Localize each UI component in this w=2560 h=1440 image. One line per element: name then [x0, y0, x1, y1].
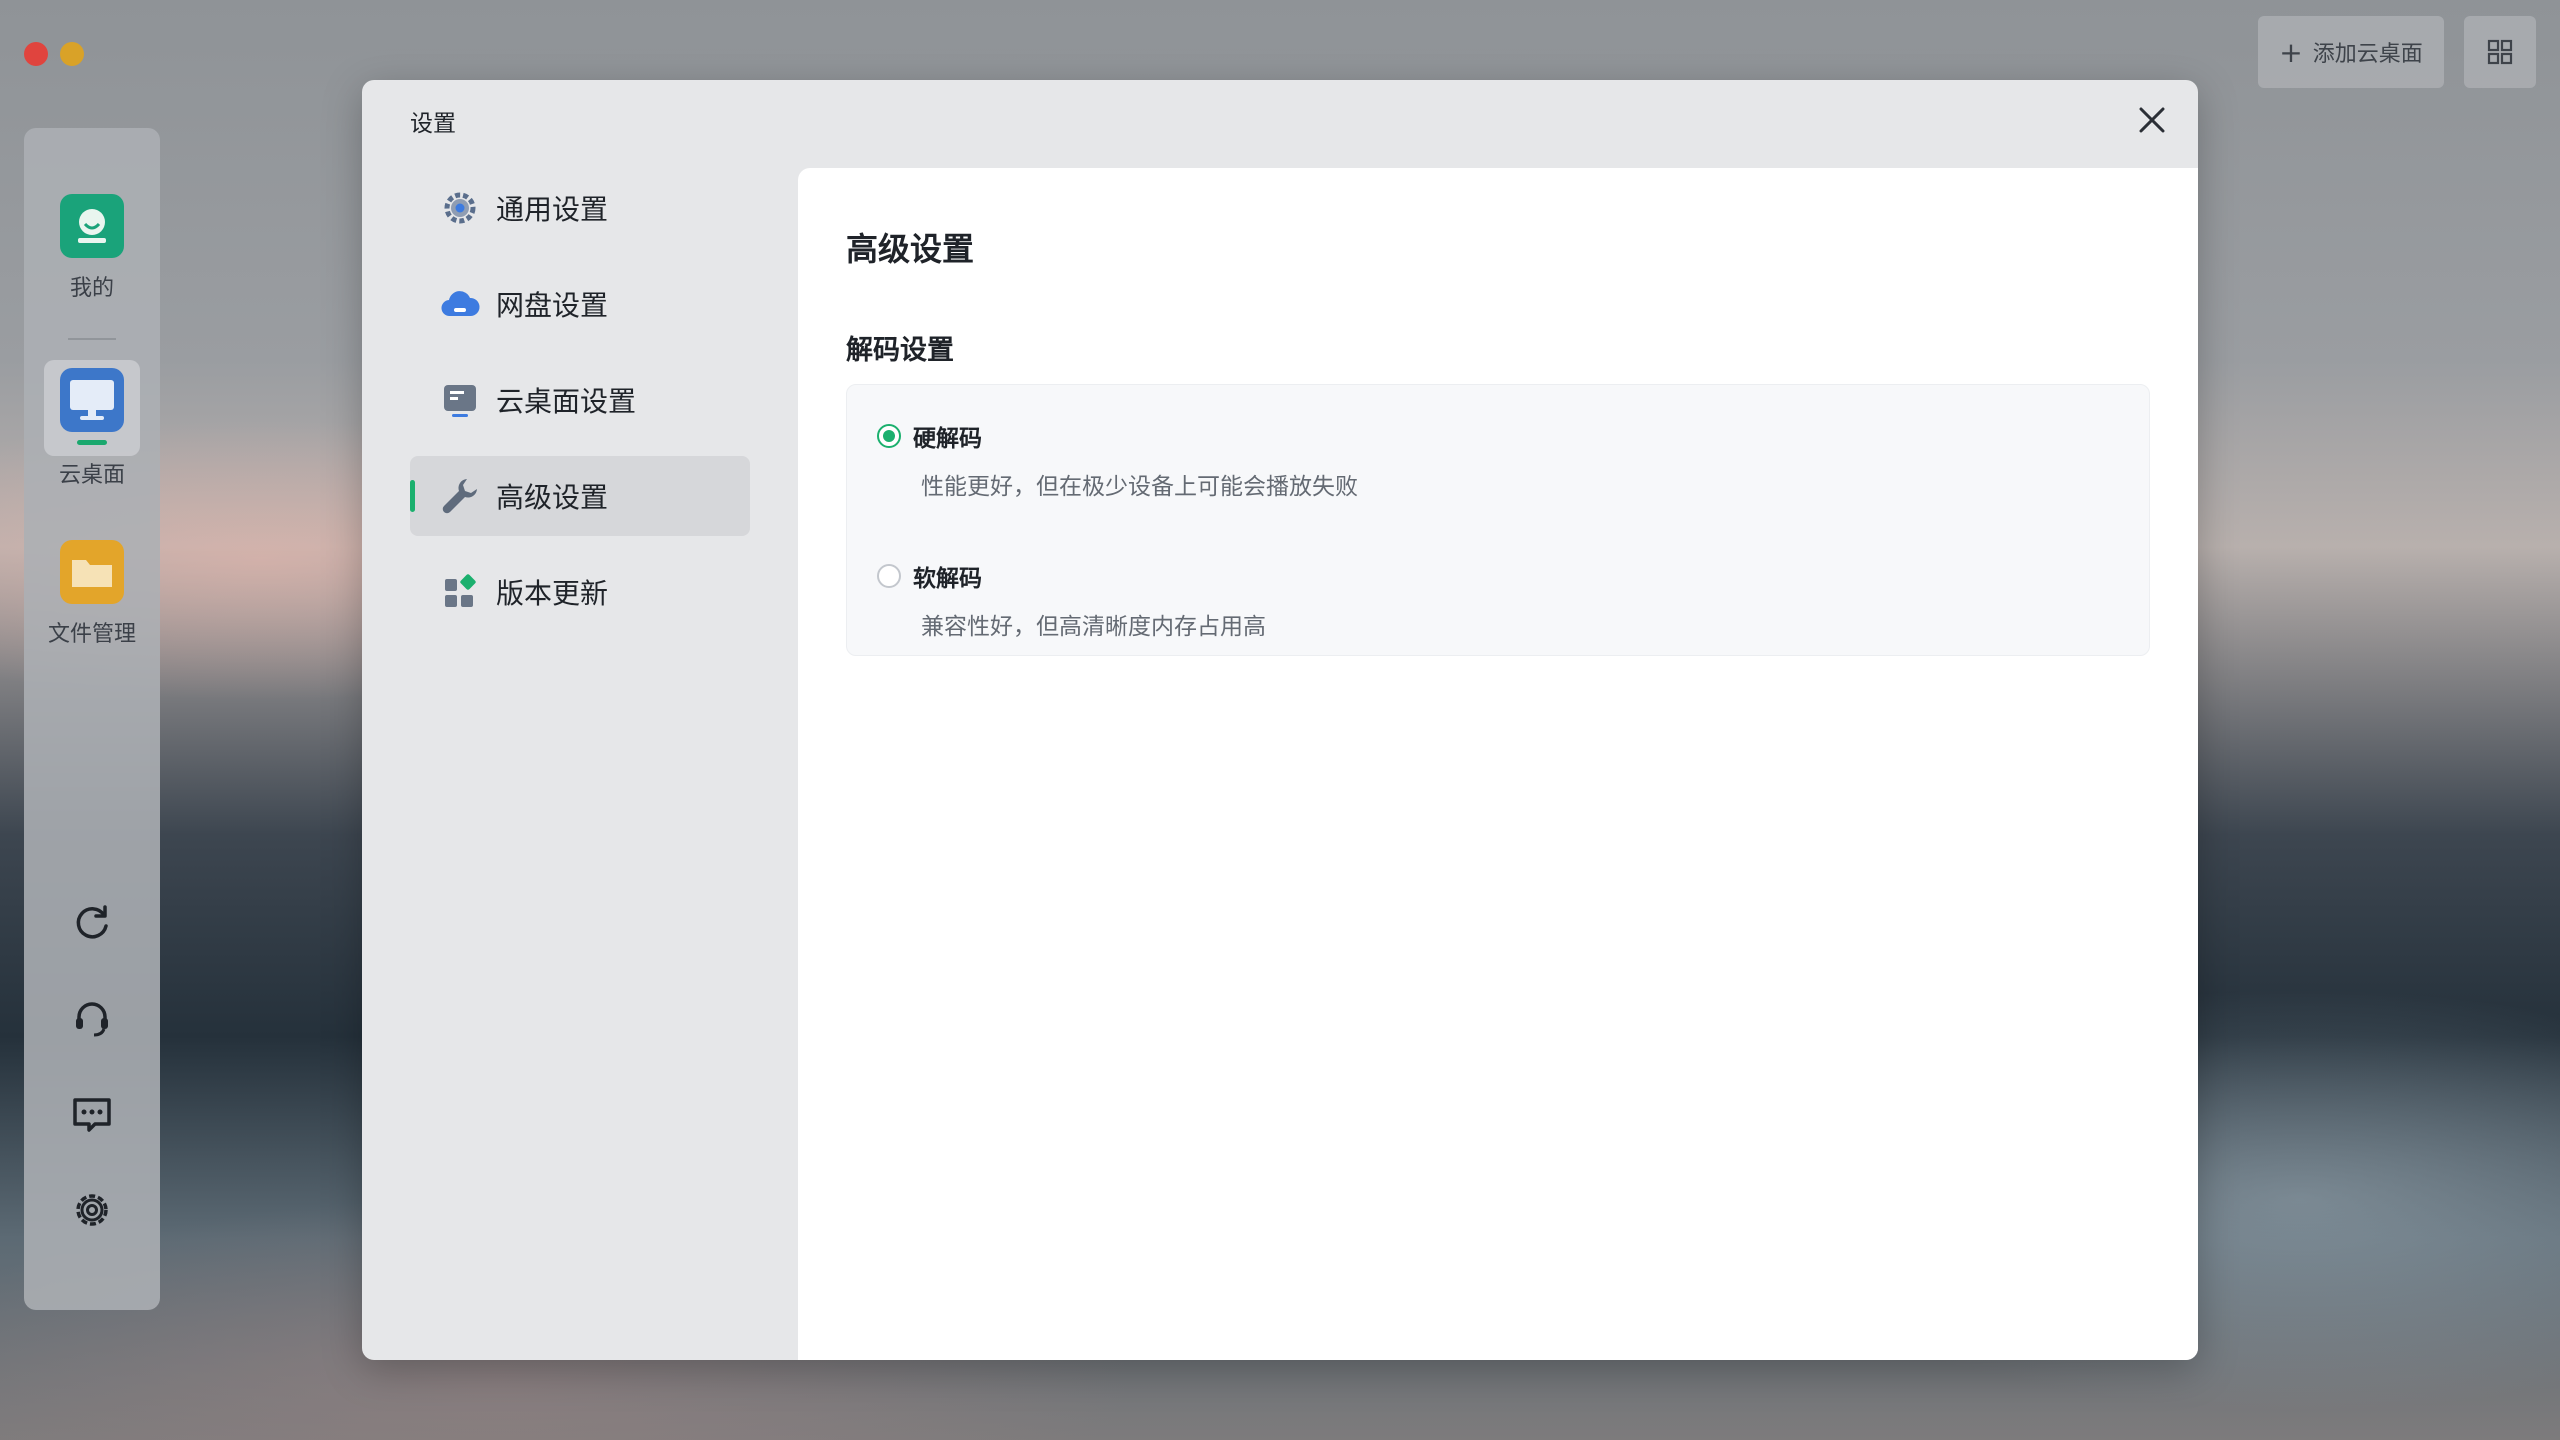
section-title: 解码设置 [846, 335, 954, 366]
cloud-desktop-icon [60, 368, 124, 432]
sidebar-item-label: 我的 [69, 276, 114, 301]
nav-item-general[interactable]: 通用设置 [410, 168, 750, 248]
folder-icon [60, 540, 124, 604]
sidebar-item-cloud-desktop[interactable]: 云桌面 [24, 360, 160, 489]
nav-item-advanced[interactable]: 高级设置 [410, 456, 750, 536]
window-close-control[interactable] [24, 42, 48, 66]
grid-icon [2487, 39, 2513, 65]
message-icon [73, 1098, 111, 1132]
option-description: 兼容性好，但高清晰度内存占用高 [921, 614, 1266, 640]
sidebar-item-label: 文件管理 [47, 622, 136, 647]
settings-content-panel: 高级设置 解码设置 硬解码 性能更好，但在极少设备上可能会播放失败 软解码 兼容… [798, 168, 2198, 1360]
nav-item-label: 云桌面设置 [496, 385, 637, 418]
support-button[interactable] [68, 994, 116, 1042]
option-description: 性能更好，但在极少设备上可能会播放失败 [921, 474, 1358, 500]
window-minimize-control[interactable] [60, 42, 84, 66]
nav-item-label: 版本更新 [496, 577, 609, 610]
nav-item-label: 网盘设置 [496, 289, 609, 322]
plus-icon: + [2279, 35, 2303, 69]
headset-icon [76, 1002, 108, 1037]
feedback-button[interactable] [68, 1090, 116, 1138]
sidebar-item-label: 云桌面 [58, 463, 125, 488]
decode-settings-card: 硬解码 性能更好，但在极少设备上可能会播放失败 软解码 兼容性好，但高清晰度内存… [846, 384, 2150, 656]
update-icon [440, 572, 480, 612]
gear-icon [440, 188, 480, 228]
hardware-decode-option[interactable]: 硬解码 性能更好，但在极少设备上可能会播放失败 [877, 419, 1358, 501]
settings-dialog: 设置 通用设置 网盘设置 云桌面设置 高级设置 版本更新 高级设置 解码设置 硬… [362, 80, 2198, 1360]
settings-button[interactable] [68, 1186, 116, 1234]
option-label: 软解码 [913, 566, 982, 592]
nav-item-label: 高级设置 [496, 481, 609, 514]
grid-view-button[interactable] [2464, 16, 2536, 88]
add-cloud-desktop-button[interactable]: + 添加云桌面 [2258, 16, 2444, 88]
gear-icon [76, 1194, 108, 1226]
close-icon [2139, 107, 2165, 133]
app-sidebar: 我的 云桌面 文件管理 [24, 128, 160, 1310]
desktop-icon [440, 380, 480, 420]
sidebar-item-my[interactable]: 我的 [24, 194, 160, 302]
dialog-title: 设置 [410, 111, 456, 137]
option-label: 硬解码 [913, 426, 982, 452]
sidebar-item-file-manager[interactable]: 文件管理 [24, 540, 160, 648]
hardware-decode-radio[interactable] [877, 424, 901, 448]
sidebar-divider [68, 338, 116, 340]
software-decode-option[interactable]: 软解码 兼容性好，但高清晰度内存占用高 [877, 559, 1266, 641]
refresh-icon [76, 905, 108, 939]
nav-item-label: 通用设置 [496, 193, 609, 226]
refresh-button[interactable] [68, 898, 116, 946]
content-title: 高级设置 [846, 230, 975, 268]
wrench-icon [440, 476, 480, 516]
active-indicator [77, 440, 107, 445]
cloud-icon [440, 284, 480, 324]
my-app-icon [60, 194, 124, 258]
dialog-close-button[interactable] [2132, 100, 2172, 140]
nav-item-netdisk[interactable]: 网盘设置 [410, 264, 750, 344]
nav-item-cloud-desktop[interactable]: 云桌面设置 [410, 360, 750, 440]
nav-item-update[interactable]: 版本更新 [410, 552, 750, 632]
software-decode-radio[interactable] [877, 564, 901, 588]
add-cloud-desktop-label: 添加云桌面 [2312, 42, 2423, 67]
